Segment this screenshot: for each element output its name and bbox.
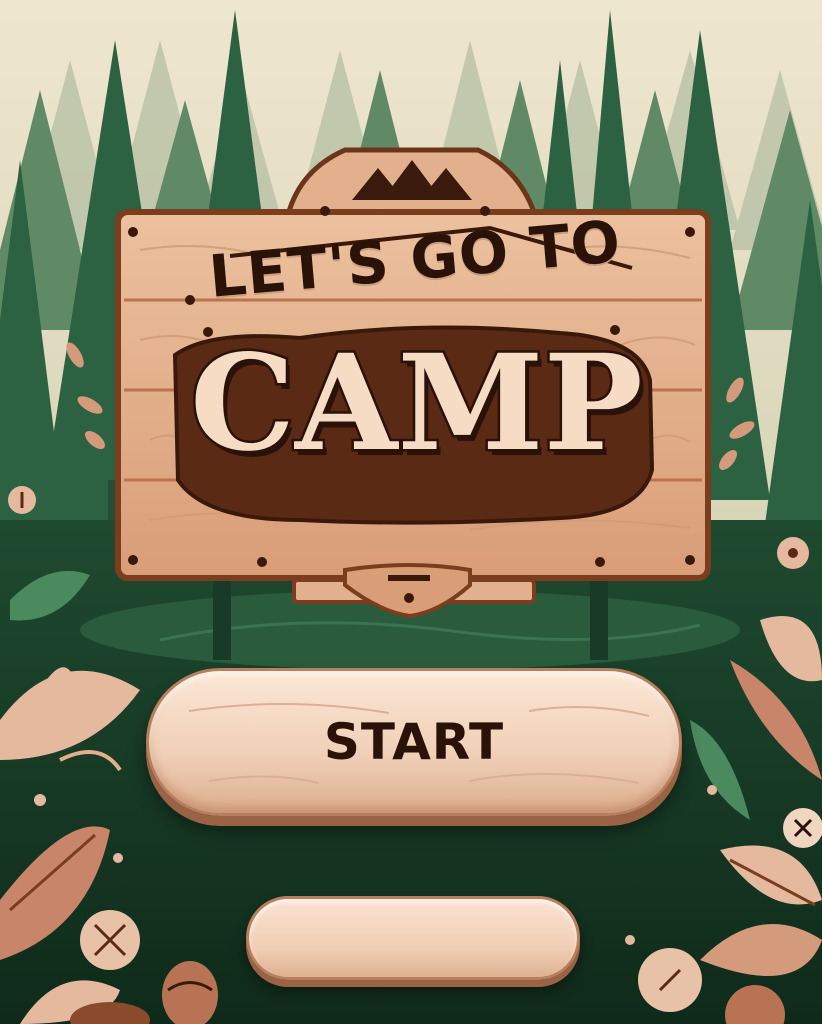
game-title-screen: LET'S GO TO CAMP START: [0, 0, 822, 1024]
close-icon: [783, 808, 822, 848]
forest-background: [0, 0, 822, 1024]
start-button-label: START: [323, 713, 505, 771]
secondary-button[interactable]: [246, 896, 580, 980]
title-line-2: CAMP: [188, 326, 646, 481]
start-button[interactable]: START: [146, 668, 682, 816]
